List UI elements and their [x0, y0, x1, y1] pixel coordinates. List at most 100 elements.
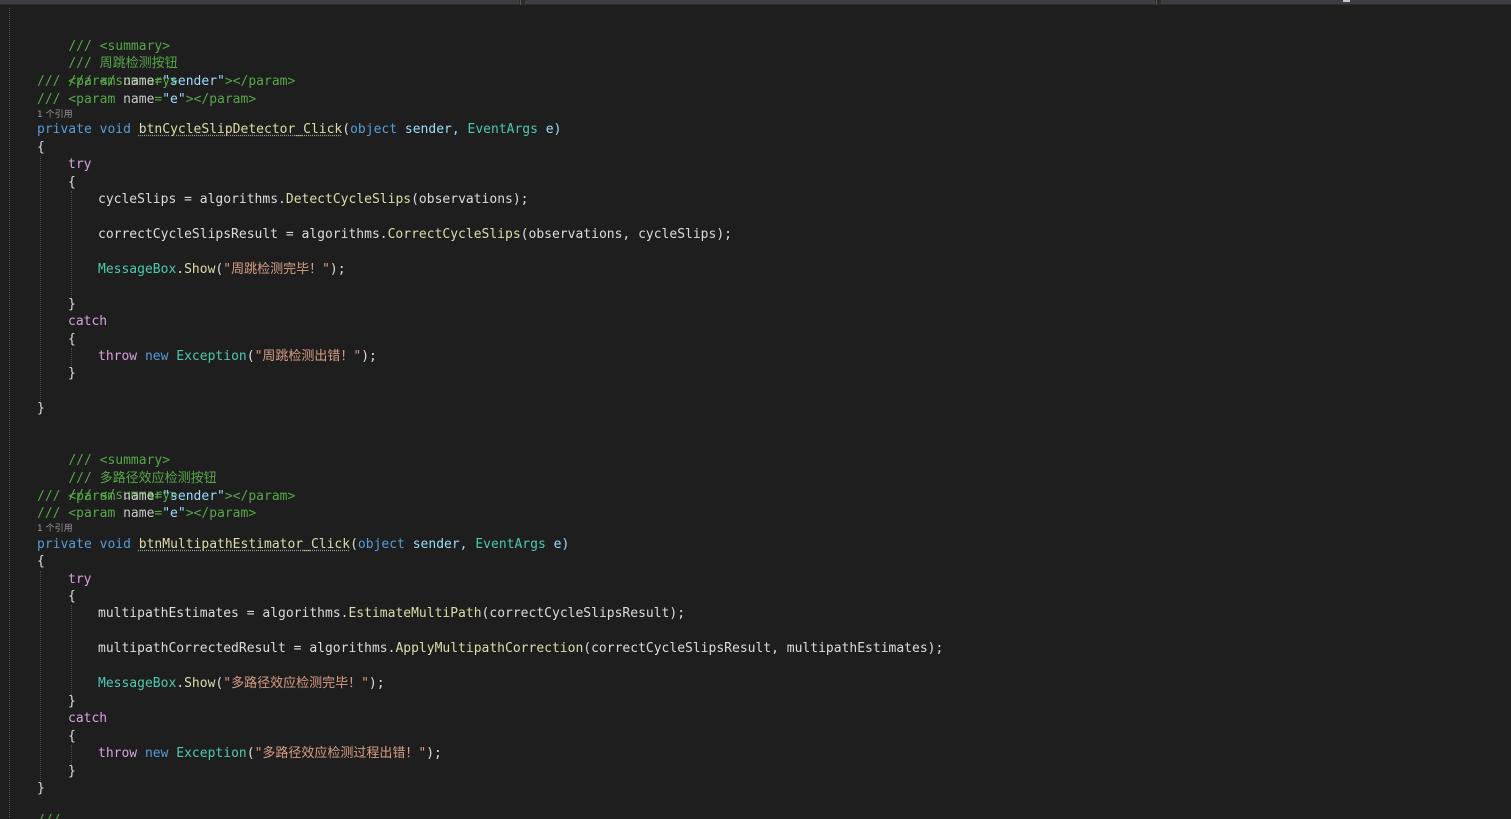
code-line[interactable]: /// </summary> [37, 56, 178, 89]
parameter: sender, [404, 537, 476, 552]
navbar-segment-3[interactable] [1161, 0, 1511, 4]
indent-guide [71, 605, 72, 697]
punctuation: . [176, 676, 185, 691]
variable: algorithms [301, 227, 380, 242]
code-line[interactable]: /// <param name="sender"></param> [37, 73, 295, 90]
code-line[interactable]: } [68, 365, 76, 382]
code-line[interactable]: { [68, 588, 76, 605]
navbar-indicator [1343, 0, 1350, 2]
code-line[interactable]: throw new Exception("多路径效应检测过程出错！"); [98, 745, 442, 762]
keyword: new [144, 746, 169, 761]
keyword-catch: catch [68, 314, 108, 329]
code-line[interactable]: multipathCorrectedResult = algorithms.Ap… [98, 640, 943, 657]
method-call: Show [184, 676, 216, 691]
code-line[interactable]: try [68, 571, 91, 588]
doc-comment: ></param> [185, 506, 257, 521]
code-line[interactable]: /// <param name="sender"></param> [37, 488, 295, 505]
code-line[interactable]: correctCycleSlipsResult = algorithms.Cor… [98, 226, 732, 243]
type-name: Exception [176, 349, 247, 364]
codelens-references[interactable]: 1 个引用 [37, 524, 73, 535]
navbar-separator [1156, 0, 1157, 5]
code-line[interactable]: } [68, 296, 76, 313]
code-line[interactable]: multipathEstimates = algorithms.Estimate… [98, 605, 685, 622]
keyword-try: try [68, 157, 92, 172]
code-line[interactable]: MessageBox.Show("多路径效应检测完毕！"); [98, 675, 385, 692]
keyword-throw: throw [98, 746, 138, 761]
keyword: new [144, 349, 169, 364]
doc-comment: ></param> [224, 489, 296, 504]
brace: } [68, 694, 76, 709]
code-line[interactable]: private void btnCycleSlipDetector_Click(… [37, 121, 561, 138]
punctuation: ( [246, 746, 255, 761]
code-line[interactable]: /// 多路径效应检测按钮 [37, 453, 216, 486]
brace: { [37, 554, 45, 569]
keyword: private [37, 537, 92, 552]
code-line[interactable]: /// <param name="e"></param> [37, 505, 256, 522]
code-line[interactable]: { [37, 139, 45, 156]
code-line[interactable]: throw new Exception("周跳检测出错！"); [98, 348, 377, 365]
type-name: MessageBox [98, 676, 177, 691]
code-line[interactable]: { [68, 174, 76, 191]
method-name[interactable]: btnMultipathEstimator_Click [139, 537, 350, 552]
parameter: e) [537, 122, 562, 137]
code-line[interactable]: catch [68, 710, 107, 727]
doc-comment-attr: name [123, 74, 155, 89]
code-line[interactable]: } [68, 763, 76, 780]
code-line[interactable]: { [37, 553, 45, 570]
brace: } [68, 297, 76, 312]
editor-top-strip [0, 0, 1511, 5]
code-line[interactable]: } [68, 693, 76, 710]
code-line[interactable]: try [68, 156, 91, 173]
method-call: CorrectCycleSlips [387, 227, 521, 242]
type-name: EventArgs [467, 122, 538, 137]
code-line[interactable]: /// <summary> [37, 435, 170, 468]
doc-comment: /// <param [37, 489, 124, 504]
navbar-segment-2[interactable] [525, 0, 1155, 4]
variable: algorithms [309, 641, 388, 656]
punctuation: ( [342, 122, 351, 137]
string-literal: "多路径效应检测过程出错！" [254, 746, 427, 761]
doc-comment-attr: name [123, 92, 155, 107]
parameter: sender, [397, 122, 468, 137]
punctuation: ); [426, 746, 442, 761]
method-name[interactable]: btnCycleSlipDetector_Click [139, 122, 343, 137]
brace: { [68, 332, 76, 347]
variable: multipathEstimates [98, 606, 239, 621]
codelens-references[interactable]: 1 个引用 [37, 110, 73, 121]
code-line[interactable]: /// </summary> [37, 470, 178, 503]
code-line[interactable]: private void btnMultipathEstimator_Click… [37, 536, 569, 553]
code-line[interactable]: MessageBox.Show("周跳检测完毕！"); [98, 261, 346, 278]
code-line[interactable]: /// [37, 812, 60, 819]
code-line[interactable]: cycleSlips = algorithms.DetectCycleSlips… [98, 191, 529, 208]
code-line[interactable]: } [37, 400, 45, 417]
method-call: ApplyMultipathCorrection [395, 641, 584, 656]
code-line[interactable]: /// 周跳检测按钮 [37, 38, 177, 71]
navbar-segment-1[interactable] [0, 0, 519, 4]
keyword: void [99, 122, 131, 137]
doc-comment: ></param> [224, 74, 296, 89]
code-line[interactable]: catch [68, 313, 107, 330]
code-line[interactable]: /// <param name="e"></param> [37, 91, 256, 108]
type-name: MessageBox [98, 262, 177, 277]
outline-guide [9, 8, 10, 819]
doc-comment-attr: name [123, 506, 155, 521]
code-editor[interactable]: /// <summary> /// 周跳检测按钮 /// </summary> … [0, 0, 1511, 819]
doc-comment: /// <param [37, 74, 124, 89]
method-call: EstimateMultiPath [348, 606, 482, 621]
brace: } [37, 401, 45, 416]
operator: = [285, 641, 310, 656]
code-line[interactable]: { [68, 728, 76, 745]
operator: = [238, 606, 263, 621]
code-line[interactable]: /// <summary> [37, 21, 170, 54]
type-name: Exception [176, 746, 247, 761]
doc-comment-value: "sender" [162, 489, 225, 504]
string-literal: "周跳检测完毕！" [223, 262, 330, 277]
code-line[interactable]: { [68, 331, 76, 348]
punctuation: ); [361, 349, 377, 364]
indent-guide [71, 191, 72, 299]
code-line[interactable]: } [37, 780, 45, 797]
brace: { [68, 729, 76, 744]
keyword-catch: catch [68, 711, 108, 726]
method-call: DetectCycleSlips [285, 192, 412, 207]
punctuation: ); [368, 676, 385, 691]
